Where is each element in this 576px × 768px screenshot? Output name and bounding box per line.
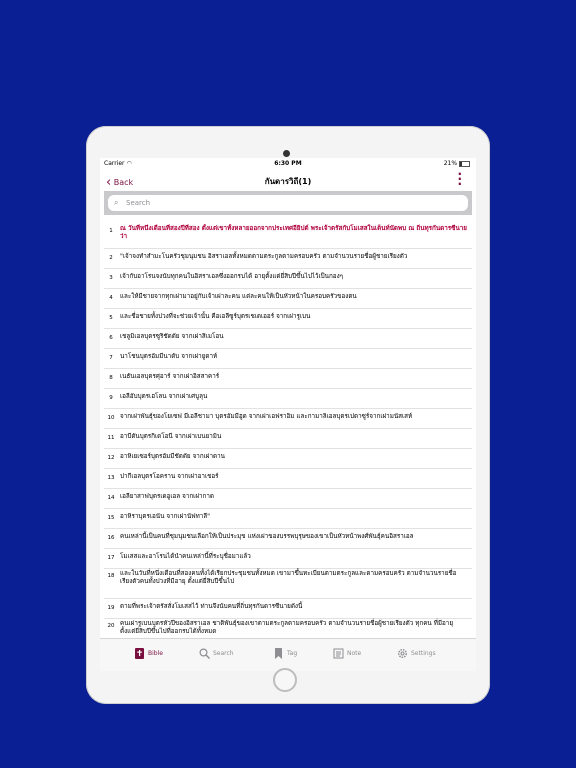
verse-number: 1 [109,228,113,234]
tab-bible[interactable]: Bible [134,648,163,659]
verse-number: 5 [109,315,113,321]
verse-row[interactable]: 19 ตามที่พระเจ้าตรัสสั่งโมเสสไว้ ท่านจึงน… [104,599,472,619]
verse-number: 14 [107,495,115,501]
verse-row[interactable]: 12 อาหิเยเซอร์บุตรอัมมีชัดดัย จากเผ่าดาน [104,449,472,469]
verse-text: อาหิราบุตรเอนัน จากเผ่านัฟทาลี" [120,513,211,520]
verse-row[interactable]: 20 คนเผ่ารูเบนบุตรหัวปีของอิสราเอล ชาติพั… [104,619,472,636]
search-icon: ⌕ [114,198,119,207]
verse-row[interactable]: 6 เชลูมิเอลบุตรซูริชัดดัย จากเผ่าสิเมโอน [104,329,472,349]
nav-bar: ‹ Back กันดารวิถี(1) · · · [100,168,476,191]
verse-number: 7 [109,355,113,361]
gear-icon [397,648,408,659]
verse-row[interactable]: 2 "เจ้าจงทำสำมะโนครัวชุมนุมชน อิสราเอลทั้… [104,249,472,269]
verse-row[interactable]: 14 เอลียาสาฟบุตรเดอูเอล จากเผ่ากาด [104,489,472,509]
verse-text: ปากีเอลบุตรโอคราน จากเผ่าอาเชอร์ [120,473,219,480]
battery-indicator: 21% [444,160,470,167]
verse-row[interactable]: 10 จากเผ่าพันธุ์ของโยเซฟ มีเอลีชามา บุตรอ… [104,409,472,429]
ipad-frame: Carrier ◠ 6:30 PM 21% ‹ Back กันดารวิถี(… [86,126,490,704]
verse-number: 18 [107,573,115,579]
search-bar: ⌕ Search [104,191,472,215]
verse-row[interactable]: 18 และในวันที่หนึ่งเดือนที่สองคนทั้งได้เร… [104,569,472,599]
verse-text: นาโชนบุตรอัมมีนาดับ จากเผ่ายูดาห์ [120,353,218,360]
verse-number: 4 [109,295,113,301]
verse-text: เอลีอับบุตรเฮโลน จากเผ่าเศบูลุน [120,393,208,400]
verse-row[interactable]: 1 ณ วันที่หนึ่งเดือนที่สองปีที่สอง ตั้งแต… [104,224,472,249]
verse-number: 12 [107,455,115,461]
verse-row[interactable]: 4 และให้มีชายจากทุกเผ่ามาอยู่กับเจ้าเผ่าล… [104,289,472,309]
verse-number: 8 [109,375,113,381]
verse-row[interactable]: 5 และชื่อชายทั้งปวงที่จะช่วยเจ้านั้น คือเ… [104,309,472,329]
tab-label: Tag [287,650,298,657]
search-icon [199,648,210,659]
verse-number: 16 [107,535,115,541]
verse-number: 2 [109,255,113,261]
verse-number: 15 [107,515,115,521]
tab-bar: Bible Search Tag Note Settings [100,638,476,671]
verse-row[interactable]: 9 เอลีอับบุตรเฮโลน จากเผ่าเศบูลุน [104,389,472,409]
verse-row[interactable]: 11 อาบีดันบุตรกิเดโอนี จากเผ่าเบนยามิน [104,429,472,449]
verse-text: โมเสสและอาโรนได้นำคนเหล่านี้ที่ระบุชื่อม… [120,553,251,560]
search-placeholder: Search [126,199,151,207]
search-input[interactable]: ⌕ Search [108,195,468,211]
page-title: กันดารวิถี(1) [264,177,312,186]
tab-label: Search [213,650,234,657]
note-icon [333,648,344,659]
verse-text: เชลูมิเอลบุตรซูริชัดดัย จากเผ่าสิเมโอน [120,333,224,340]
verse-text: เจ้ากับอาโรนจงนับทุกคนในอิสราเอลซึ่งออกร… [120,273,344,280]
verse-row[interactable]: 15 อาหิราบุตรเอนัน จากเผ่านัฟทาลี" [104,509,472,529]
battery-icon [459,160,470,167]
bible-icon [134,648,145,659]
verse-text: และให้มีชายจากทุกเผ่ามาอยู่กับเจ้าเผ่าละ… [120,293,357,300]
verse-list: 1 ณ วันที่หนึ่งเดือนที่สองปีที่สอง ตั้งแต… [104,224,472,636]
verse-text: "เจ้าจงทำสำมะโนครัวชุมนุมชน อิสราเอลทั้ง… [120,253,408,260]
verse-number: 19 [107,605,115,611]
tab-label: Note [347,650,362,657]
app-screen: Carrier ◠ 6:30 PM 21% ‹ Back กันดารวิถี(… [100,158,476,671]
verse-number: 9 [109,395,113,401]
verse-text: จากเผ่าพันธุ์ของโยเซฟ มีเอลีชามา บุตรอัม… [120,413,413,420]
verse-text: อาบีดันบุตรกิเดโอนี จากเผ่าเบนยามิน [120,433,222,440]
verse-text: เอลียาสาฟบุตรเดอูเอล จากเผ่ากาด [120,493,214,500]
tab-tag[interactable]: Tag [273,648,297,659]
status-bar: Carrier ◠ 6:30 PM 21% [100,158,476,169]
verse-row[interactable]: 13 ปากีเอลบุตรโอคราน จากเผ่าอาเชอร์ [104,469,472,489]
tab-settings[interactable]: Settings [397,648,436,659]
verse-text: และชื่อชายทั้งปวงที่จะช่วยเจ้านั้น คือเอ… [120,313,311,320]
verse-number: 3 [109,275,113,281]
verse-row[interactable]: 3 เจ้ากับอาโรนจงนับทุกคนในอิสราเอลซึ่งออก… [104,269,472,289]
verse-text: คนเผ่ารูเบนบุตรหัวปีของอิสราเอล ชาติพันธ… [120,620,454,635]
verse-number: 10 [107,415,115,421]
more-menu-icon[interactable]: · · · [457,168,462,190]
verse-row[interactable]: 17 โมเสสและอาโรนได้นำคนเหล่านี้ที่ระบุชื่… [104,549,472,569]
verse-row[interactable]: 7 นาโชนบุตรอัมมีนาดับ จากเผ่ายูดาห์ [104,349,472,369]
verse-text: ตามที่พระเจ้าตรัสสั่งโมเสสไว้ ท่านจึงนับ… [120,603,303,610]
camera [283,150,290,157]
verse-number: 17 [107,555,115,561]
verse-text: อาหิเยเซอร์บุตรอัมมีชัดดัย จากเผ่าดาน [120,453,225,460]
tag-icon [273,648,284,659]
tab-note[interactable]: Note [333,648,361,659]
verse-text: ณ วันที่หนึ่งเดือนที่สองปีที่สอง ตั้งแต่… [120,225,467,240]
tab-label: Settings [411,650,436,657]
verse-text: เนธันเอลบุตรศุอาร์ จากเผ่าอิสสาคาร์ [120,373,220,380]
verse-number: 11 [107,435,115,441]
tab-label: Bible [148,650,163,657]
verse-number: 20 [107,623,115,629]
verse-number: 13 [107,475,115,481]
verse-row[interactable]: 8 เนธันเอลบุตรศุอาร์ จากเผ่าอิสสาคาร์ [104,369,472,389]
tab-search[interactable]: Search [199,648,234,659]
verse-text: และในวันที่หนึ่งเดือนที่สองคนทั้งได้เรีย… [120,570,457,585]
verse-number: 6 [109,335,113,341]
verse-row[interactable]: 16 คนเหล่านี้เป็นคนที่ชุมนุมชนเลือกให้เป็… [104,529,472,549]
verse-text: คนเหล่านี้เป็นคนที่ชุมนุมชนเลือกให้เป็นป… [120,533,414,540]
home-button[interactable] [273,668,297,692]
status-time: 6:30 PM [274,160,302,167]
